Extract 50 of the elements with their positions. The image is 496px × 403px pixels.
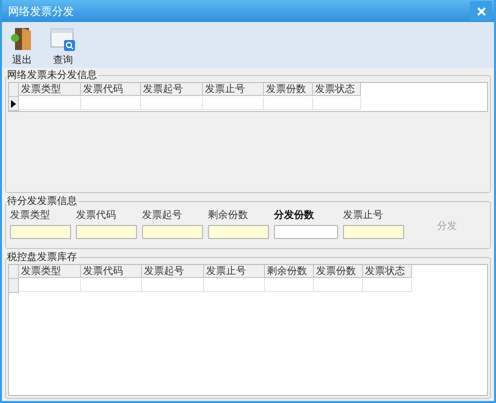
field-label: 剩余份数: [208, 209, 249, 222]
table-cell: [264, 97, 313, 110]
table-cell: [314, 279, 363, 292]
column-header[interactable]: 发票止号: [203, 83, 264, 96]
column-header[interactable]: 发票状态: [363, 265, 412, 278]
table-cell: [363, 279, 412, 292]
field-label: 发票类型: [10, 208, 51, 222]
door-icon: [10, 26, 34, 52]
field-label: 分发份数: [274, 208, 315, 222]
field-label: 发票起号: [142, 208, 183, 222]
column-header[interactable]: 发票代码: [81, 83, 141, 96]
group-title: 税控盘发票库存: [6, 250, 78, 264]
table-cell: [265, 279, 314, 292]
input-field[interactable]: [208, 225, 269, 239]
table-cell: [142, 279, 204, 292]
table-cell: [81, 97, 141, 110]
input-field[interactable]: [142, 225, 203, 239]
window-title: 网络发票分发: [8, 4, 74, 18]
column-header[interactable]: 发票止号: [204, 265, 265, 278]
toolbar-button[interactable]: 退出: [8, 26, 36, 67]
toolbar-button[interactable]: 查询: [48, 26, 78, 67]
table-cell: [81, 279, 142, 292]
field-label: 发票止号: [343, 208, 384, 222]
row-header[interactable]: [9, 97, 19, 111]
input-field[interactable]: [10, 225, 71, 239]
table-cell: [141, 97, 203, 110]
column-header[interactable]: 发票类型: [19, 83, 81, 96]
column-header[interactable]: 发票份数: [314, 265, 363, 278]
input-field[interactable]: [343, 225, 404, 239]
table-cell: [313, 97, 361, 110]
close-button[interactable]: [470, 1, 492, 21]
input-field[interactable]: [76, 225, 137, 239]
table-cell: [19, 97, 81, 110]
column-header[interactable]: 发票起号: [142, 265, 204, 278]
input-field[interactable]: [274, 225, 338, 239]
close-icon: [476, 6, 486, 16]
group-title: 待分发发票信息: [6, 194, 78, 208]
table-cell: [19, 279, 81, 292]
column-header[interactable]: 发票起号: [141, 83, 203, 96]
table-cell: [204, 279, 265, 292]
column-header[interactable]: 发票状态: [313, 83, 361, 96]
field-label: 发票代码: [76, 209, 117, 222]
column-header[interactable]: 发票代码: [81, 265, 142, 278]
table-cell: [203, 97, 264, 110]
column-header[interactable]: 发票份数: [264, 83, 313, 96]
search-window-icon: [50, 26, 76, 52]
column-header[interactable]: 剩余份数: [265, 265, 314, 278]
group-title: 网络发票未分发信息: [6, 68, 98, 82]
row-indicator-icon: [11, 100, 16, 108]
column-header[interactable]: 发票类型: [19, 265, 81, 278]
